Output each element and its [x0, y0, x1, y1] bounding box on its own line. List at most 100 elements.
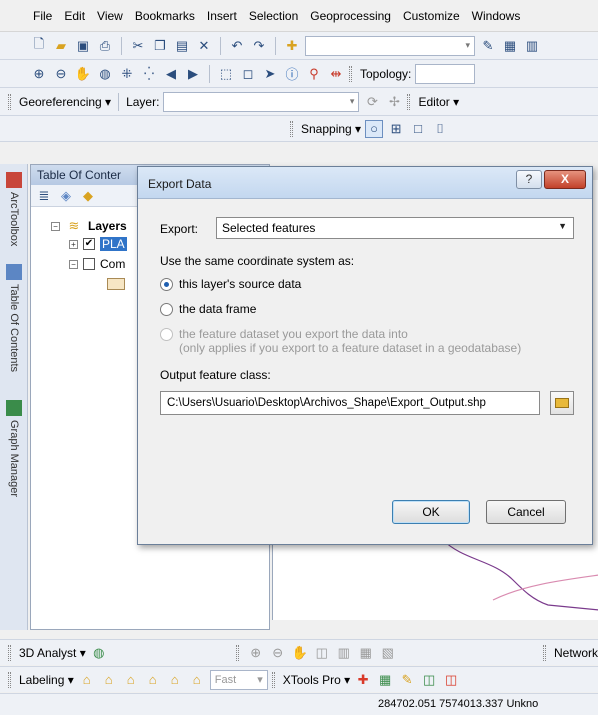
layer-2-label[interactable]: Com	[100, 257, 125, 271]
back-arrow-icon[interactable]: ◀	[162, 65, 180, 83]
menu-selection[interactable]: Selection	[243, 9, 304, 23]
dialog-titlebar[interactable]: Export Data ? X	[138, 167, 592, 199]
clear-selection-icon[interactable]: ◻	[239, 65, 257, 83]
find-icon[interactable]: ⚲	[305, 65, 323, 83]
redo-icon[interactable]: ↷	[250, 37, 268, 55]
toolbar-grip[interactable]	[349, 65, 352, 82]
3d-analyst-menu[interactable]: 3D Analyst ▾	[19, 646, 86, 660]
identify-icon[interactable]: ⓘ	[283, 65, 301, 83]
zoom-in-icon[interactable]: ⊕	[30, 65, 48, 83]
cut-icon[interactable]: ✂	[129, 37, 147, 55]
layer-row-2[interactable]: − Com	[69, 257, 125, 271]
pause-labeling-icon[interactable]: ⌂	[188, 671, 206, 689]
radio-button[interactable]	[160, 302, 173, 316]
georeferencing-menu[interactable]: Georeferencing ▾	[19, 95, 111, 109]
table-of-contents-tab[interactable]: Table Of Contents	[3, 260, 25, 376]
list-by-source-icon[interactable]: ◈	[57, 187, 75, 205]
measure-icon[interactable]: ⇹	[327, 65, 345, 83]
graph-manager-tab[interactable]: Graph Manager	[3, 396, 25, 501]
vertex-snapping-icon[interactable]: □	[409, 120, 427, 138]
zoom-out-icon[interactable]: ⊖	[52, 65, 70, 83]
collapse-icon[interactable]: −	[51, 221, 60, 231]
3d-tool-icon[interactable]: ▦	[357, 644, 375, 662]
radio-layer-source[interactable]: this layer's source data	[160, 277, 301, 291]
rotate-icon[interactable]: ⟳	[363, 93, 381, 111]
layers-row[interactable]: − ≋ Layers	[51, 217, 127, 235]
fixed-zoom-out-icon[interactable]: ⁛	[140, 65, 158, 83]
list-by-drawing-order-icon[interactable]: ≣	[35, 187, 53, 205]
label-quality-combo[interactable]: Fast ▾	[209, 669, 268, 690]
radio-button[interactable]	[160, 277, 173, 291]
toolbar-grip[interactable]	[542, 644, 546, 661]
list-by-visibility-icon[interactable]: ◆	[79, 187, 97, 205]
menu-windows[interactable]: Windows	[466, 9, 527, 23]
xtools-pro-menu[interactable]: XTools Pro ▾	[283, 673, 350, 687]
snapping-menu[interactable]: Snapping ▾	[301, 122, 361, 136]
print-icon[interactable]: ⎙	[96, 37, 114, 55]
menu-customize[interactable]: Customize	[397, 9, 466, 23]
select-elements-icon[interactable]: ➤	[261, 65, 279, 83]
3d-tool-icon[interactable]: ⊖	[269, 644, 287, 662]
labeling-menu[interactable]: Labeling ▾	[19, 673, 74, 687]
scale-combo[interactable]: ▾	[305, 35, 475, 56]
network-menu[interactable]: Network	[554, 646, 598, 660]
lock-labels-icon[interactable]: ⌂	[144, 671, 162, 689]
3d-tool-icon[interactable]: ✋	[291, 644, 309, 662]
arcscene-globe-icon[interactable]: ◍	[90, 644, 108, 662]
label-priority-icon[interactable]: ⌂	[100, 671, 118, 689]
toolbar-grip[interactable]	[235, 644, 239, 661]
help-button[interactable]: ?	[516, 170, 542, 189]
menu-insert[interactable]: Insert	[201, 9, 243, 23]
pan-hand-icon[interactable]: ✋	[74, 65, 92, 83]
editor-toolbar-icon[interactable]: ✎	[479, 37, 497, 55]
ok-button[interactable]: OK	[392, 500, 470, 524]
toolbar-grip[interactable]	[407, 93, 411, 110]
add-control-points-icon[interactable]: ✢	[385, 93, 403, 111]
paste-icon[interactable]: ▤	[173, 37, 191, 55]
output-path-field[interactable]: C:\Users\Usuario\Desktop\Archivos_Shape\…	[160, 391, 540, 415]
table-icon[interactable]: ▦	[501, 37, 519, 55]
arctoolbox-tab[interactable]: ArcToolbox	[3, 168, 25, 250]
layer-row-1[interactable]: + ✔ PLA	[69, 237, 127, 251]
3d-tool-icon[interactable]: ◫	[313, 644, 331, 662]
collapse-icon[interactable]: −	[69, 259, 78, 269]
browse-folder-button[interactable]	[550, 391, 574, 415]
full-extent-globe-icon[interactable]: ◍	[96, 65, 114, 83]
table-tool-icon[interactable]: ▦	[376, 671, 394, 689]
menu-file[interactable]: File	[27, 9, 58, 23]
layer-1-label[interactable]: PLA	[100, 237, 127, 251]
undo-icon[interactable]: ↶	[228, 37, 246, 55]
forward-arrow-icon[interactable]: ▶	[184, 65, 202, 83]
point-snapping-icon[interactable]: ○	[365, 119, 384, 138]
add-icon[interactable]: ✚	[354, 671, 372, 689]
3d-tool-icon[interactable]: ⊕	[247, 644, 265, 662]
select-features-icon[interactable]: ⬚	[217, 65, 235, 83]
toolbar-grip[interactable]	[271, 671, 275, 688]
layer-visibility-checkbox[interactable]	[83, 258, 95, 270]
layer-visibility-checkbox[interactable]: ✔	[83, 238, 95, 250]
map-tool-icon[interactable]: ◫	[442, 671, 460, 689]
toolbar-grip[interactable]	[8, 93, 11, 110]
menu-view[interactable]: View	[91, 9, 129, 23]
layer-combo[interactable]: ▾	[163, 91, 360, 112]
label-weight-icon[interactable]: ⌂	[122, 671, 140, 689]
edit-tool-icon[interactable]: ✎	[398, 671, 416, 689]
open-folder-icon[interactable]: ▰	[52, 37, 70, 55]
catalog-icon[interactable]: ▥	[523, 37, 541, 55]
toolbar-grip[interactable]	[8, 671, 11, 688]
editor-menu[interactable]: Editor ▾	[418, 95, 459, 109]
add-data-icon[interactable]: ✚	[283, 37, 301, 55]
3d-tool-icon[interactable]: ▥	[335, 644, 353, 662]
end-snapping-icon[interactable]: ⊞	[387, 120, 405, 138]
delete-icon[interactable]: ✕	[195, 37, 213, 55]
label-manager-icon[interactable]: ⌂	[78, 671, 96, 689]
3d-tool-icon[interactable]: ▧	[379, 644, 397, 662]
toolbar-grip[interactable]	[290, 120, 293, 137]
fixed-zoom-in-icon[interactable]: ⁜	[118, 65, 136, 83]
map-tool-icon[interactable]: ◫	[420, 671, 438, 689]
topology-combo[interactable]	[415, 63, 476, 84]
toolbar-grip[interactable]	[8, 644, 11, 661]
new-document-icon[interactable]: 🗋	[30, 36, 48, 55]
view-unplaced-labels-icon[interactable]: ⌂	[166, 671, 184, 689]
edge-snapping-icon[interactable]: ⌷	[431, 120, 449, 138]
